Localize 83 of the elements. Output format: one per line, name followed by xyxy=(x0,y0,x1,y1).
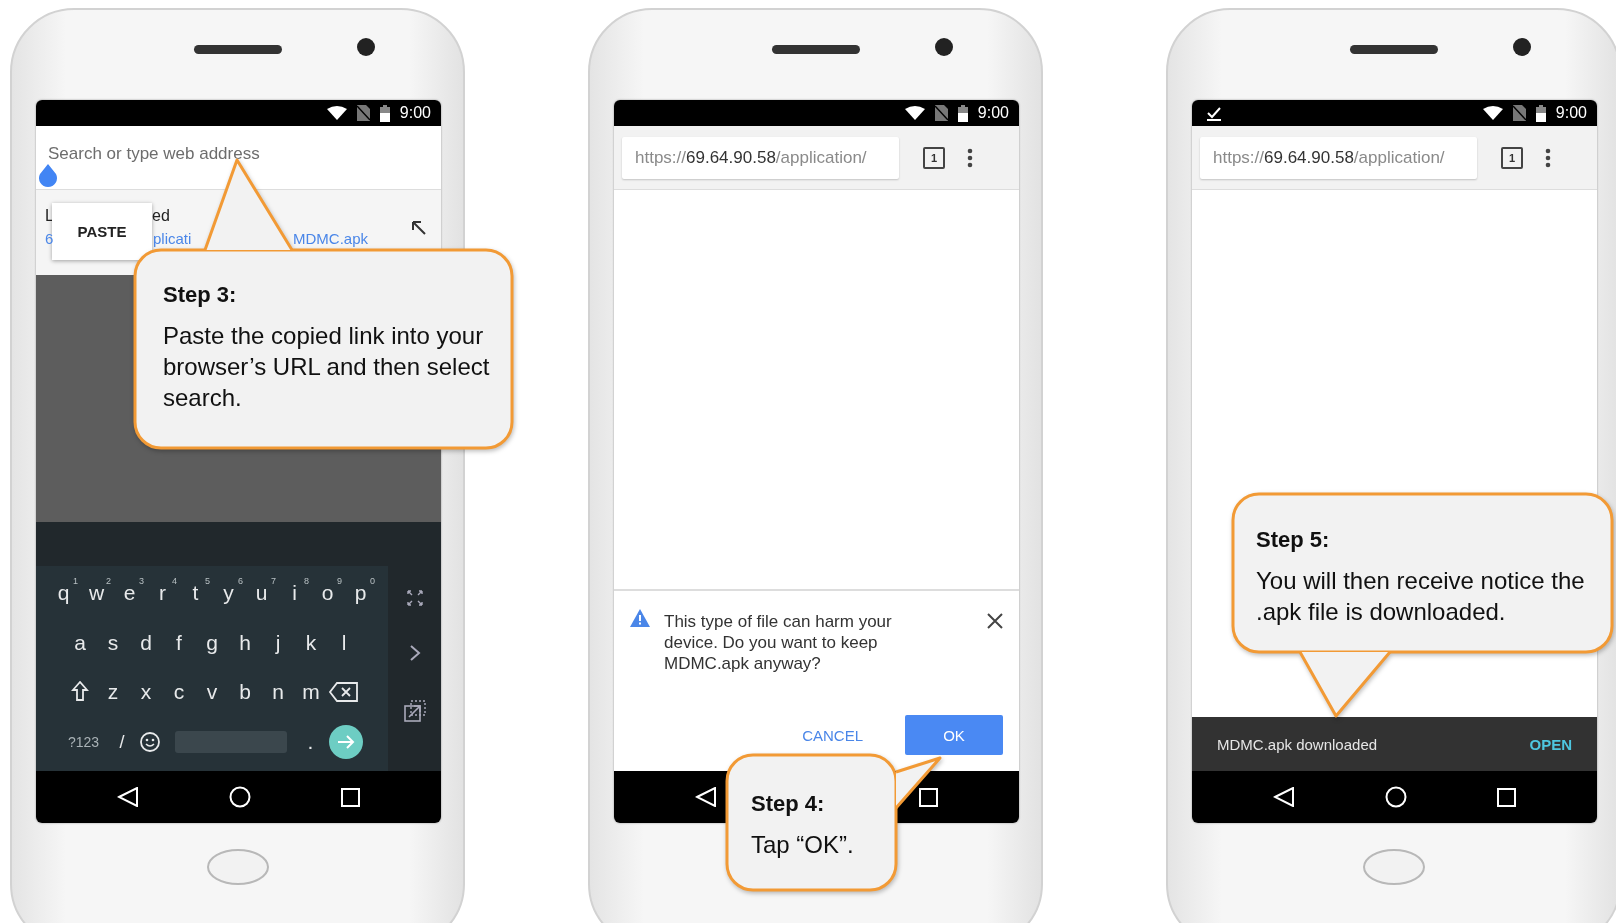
battery-icon xyxy=(957,104,968,122)
keyboard-key[interactable]: g xyxy=(195,622,229,663)
keyboard-key[interactable]: u $^{7}$ xyxy=(245,572,278,613)
no-sim-icon xyxy=(356,105,370,121)
no-sim-icon xyxy=(1512,105,1526,121)
battery-icon xyxy=(1535,104,1546,122)
keyboard-key[interactable]: v xyxy=(195,672,229,713)
camera-lens xyxy=(935,38,953,56)
home-icon[interactable] xyxy=(1385,786,1407,808)
wifi-icon xyxy=(326,106,347,120)
keyboard-key[interactable]: n xyxy=(261,672,295,713)
keyboard-key[interactable]: c xyxy=(162,672,196,713)
callout-text: You will then receive notice the .apk file is downloaded. xyxy=(1256,566,1586,627)
keyboard-key[interactable]: r $^{4}$ xyxy=(146,572,179,613)
camera-lens xyxy=(1513,38,1531,56)
enter-key[interactable] xyxy=(328,725,363,760)
keyboard-key[interactable]: a xyxy=(63,622,97,663)
keyboard-key[interactable]: . xyxy=(300,722,321,763)
keyboard-key[interactable]: e $^{3}$ xyxy=(113,572,146,613)
callout-title: Step 5: xyxy=(1256,527,1331,553)
paste-button[interactable]: PASTE xyxy=(52,203,152,260)
snackbar-message: MDMC.apk downloaded xyxy=(1217,735,1378,753)
keyboard-key[interactable]: i $^{8}$ xyxy=(278,572,311,613)
keyboard-key[interactable]: x xyxy=(129,672,163,713)
emoji-icon[interactable] xyxy=(138,731,161,754)
chevron-right-icon[interactable] xyxy=(408,644,421,663)
keyboard-key[interactable]: k xyxy=(294,622,328,663)
menu-icon[interactable] xyxy=(967,147,973,168)
keyboard-key[interactable]: z xyxy=(96,672,130,713)
callout-title: Step 3: xyxy=(163,282,238,308)
keyboard-key[interactable]: t $^{5}$ xyxy=(179,572,212,613)
keyboard-key[interactable]: q $^{1}$ xyxy=(47,572,80,613)
recents-icon[interactable] xyxy=(341,787,360,807)
keyboard-key[interactable]: l xyxy=(327,622,361,663)
wifi-icon xyxy=(1482,106,1503,120)
backspace-icon[interactable] xyxy=(327,681,361,704)
open-button[interactable]: OPEN xyxy=(1529,735,1572,753)
arrow-icon xyxy=(336,735,355,750)
warning-icon xyxy=(630,609,650,627)
keyboard-key[interactable]: s xyxy=(96,622,130,663)
expand-icon[interactable] xyxy=(405,588,424,607)
keyboard-key[interactable]: p $^{0}$ xyxy=(344,572,377,613)
back-icon[interactable] xyxy=(695,787,717,807)
close-icon[interactable] xyxy=(987,613,1003,629)
keyboard-key[interactable]: / xyxy=(105,722,139,763)
tab-switcher-button[interactable]: 1 xyxy=(1501,146,1523,169)
callout-text: Tap “OK”. xyxy=(751,830,855,860)
url-field[interactable]: https://69.64.90.58/application/ xyxy=(1200,136,1477,179)
keyboard-key[interactable]: ?123 xyxy=(61,722,106,763)
address-field[interactable]: Search or type web address xyxy=(48,143,429,164)
keyboard-key[interactable]: d xyxy=(129,622,163,663)
keyboard-key[interactable]: f xyxy=(162,622,196,663)
battery-icon xyxy=(379,104,390,122)
wifi-icon xyxy=(904,106,925,120)
status-time: 9:00 xyxy=(977,104,1009,122)
keyboard-key[interactable]: w$^{2}$ xyxy=(80,572,113,613)
keyboard-key[interactable]: o $^{9}$ xyxy=(311,572,344,613)
status-time: 9:00 xyxy=(1555,104,1587,122)
recents-icon[interactable] xyxy=(1497,787,1516,807)
suggestion-title[interactable]: L xyxy=(45,207,54,225)
back-icon[interactable] xyxy=(1273,787,1295,807)
keyboard-key[interactable]: h xyxy=(228,622,262,663)
keyboard-key[interactable]: j xyxy=(261,622,295,663)
callout-text: Paste the copied link into your browser’s URL and then select search. xyxy=(163,321,491,413)
menu-icon[interactable] xyxy=(1545,147,1551,168)
camera-lens xyxy=(357,38,375,56)
status-time: 9:00 xyxy=(399,104,431,122)
cancel-button[interactable]: CANCEL xyxy=(790,715,875,755)
url-field[interactable]: https://69.64.90.58/application/ xyxy=(622,136,899,179)
back-icon[interactable] xyxy=(117,787,139,807)
no-sim-icon xyxy=(934,105,948,121)
popout-icon[interactable] xyxy=(403,700,426,723)
suggestion-title[interactable]: ed xyxy=(152,207,170,225)
arrow-icon[interactable] xyxy=(411,220,427,236)
selection-handle-icon[interactable] xyxy=(37,164,59,188)
recents-icon[interactable] xyxy=(919,787,938,807)
dialog-message: This type of file can harm your device. Do you want to keep MDMC.apk anyway? xyxy=(664,611,893,674)
callout-title: Step 4: xyxy=(751,791,826,817)
keyboard-key[interactable]: y $^{6}$ xyxy=(212,572,245,613)
tab-switcher-button[interactable]: 1 xyxy=(923,146,945,169)
keyboard-key[interactable]: b xyxy=(228,672,262,713)
home-icon[interactable] xyxy=(229,786,251,808)
keyboard-key[interactable]: m xyxy=(294,672,328,713)
